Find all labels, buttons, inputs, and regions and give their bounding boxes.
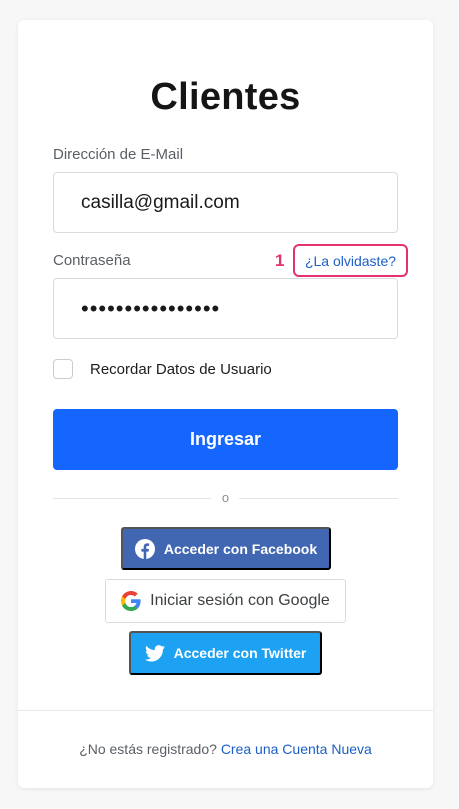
- login-button[interactable]: Ingresar: [53, 409, 398, 470]
- divider-line-right: [239, 498, 398, 499]
- email-label: Dirección de E-Mail: [53, 146, 184, 163]
- google-icon: [121, 591, 141, 611]
- remember-me-row: Recordar Datos de Usuario: [53, 359, 272, 379]
- forgot-password-link[interactable]: ¿La olvidaste?: [293, 244, 408, 277]
- email-field[interactable]: [53, 172, 398, 233]
- password-label: Contraseña: [53, 252, 131, 269]
- twitter-icon: [144, 644, 165, 662]
- twitter-login-label: Acceder con Twitter: [173, 645, 307, 661]
- google-login-label: Iniciar sesión con Google: [150, 592, 330, 609]
- facebook-login-button[interactable]: Acceder con Facebook: [121, 527, 331, 570]
- remember-me-checkbox[interactable]: [53, 359, 73, 379]
- facebook-login-label: Acceder con Facebook: [163, 540, 318, 557]
- remember-me-label[interactable]: Recordar Datos de Usuario: [90, 361, 272, 378]
- signup-prompt: ¿No estás registrado? Crea una Cuenta Nu…: [18, 741, 433, 757]
- google-login-button[interactable]: Iniciar sesión con Google: [105, 579, 346, 623]
- twitter-login-button[interactable]: Acceder con Twitter: [129, 631, 322, 675]
- page-title: Clientes: [150, 76, 301, 118]
- footer-divider: [18, 710, 433, 711]
- annotation-number: 1: [275, 251, 285, 270]
- facebook-icon: [134, 538, 155, 559]
- signup-prompt-text: ¿No estás registrado?: [79, 741, 217, 757]
- create-account-link[interactable]: Crea una Cuenta Nueva: [221, 741, 372, 757]
- or-divider: o: [53, 490, 398, 506]
- password-field[interactable]: [53, 278, 398, 339]
- login-card: Clientes Dirección de E-Mail Contraseña …: [18, 20, 433, 788]
